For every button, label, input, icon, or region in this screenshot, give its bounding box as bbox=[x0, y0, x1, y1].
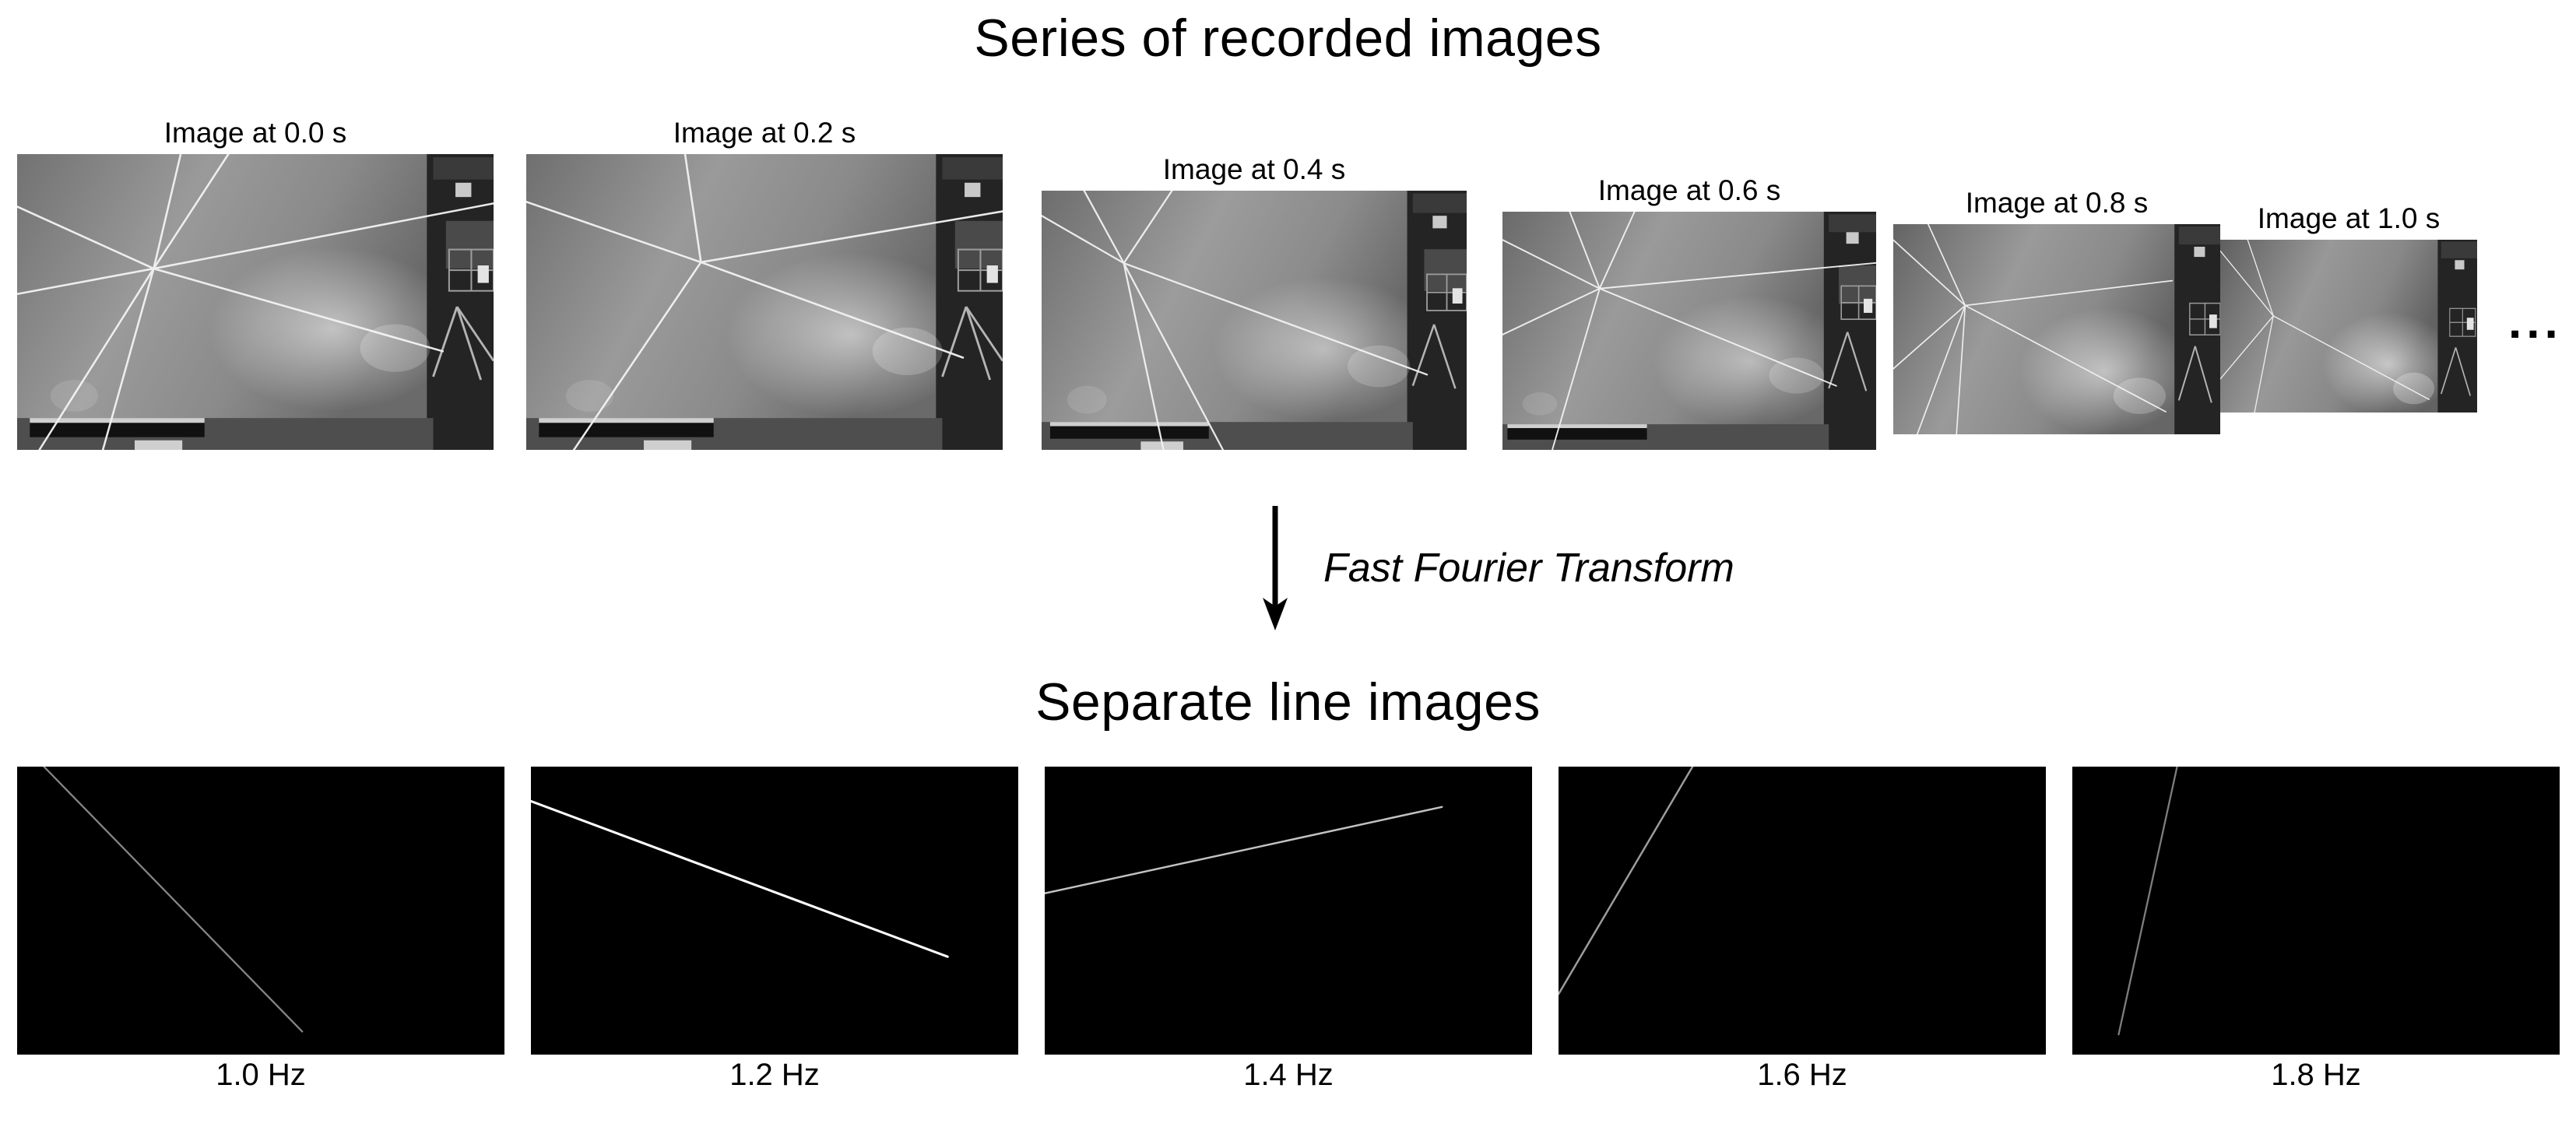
recorded-frame-label: Image at 0.0 s bbox=[163, 117, 347, 149]
separate-line-images-row: 1.0 Hz 1.2 Hz 1.4 Hz 1.6 Hz 1.8 Hz bbox=[0, 767, 2576, 1092]
recorded-frame[interactable]: Image at 0.4 s bbox=[1042, 153, 1467, 450]
line-image-panel[interactable]: 1.2 Hz bbox=[531, 767, 1018, 1092]
fft-label: Fast Fourier Transform bbox=[1323, 546, 1734, 591]
recorded-frame[interactable]: Image at 0.0 s bbox=[17, 117, 494, 450]
frequency-label: 1.4 Hz bbox=[1243, 1058, 1334, 1092]
recorded-frame[interactable]: Image at 1.0 s bbox=[2220, 202, 2477, 413]
recorded-frame-label: Image at 0.2 s bbox=[673, 117, 856, 149]
recorded-frame-label: Image at 0.6 s bbox=[1597, 174, 1781, 206]
fft-arrow bbox=[1253, 506, 1308, 630]
line-image-panel[interactable]: 1.4 Hz bbox=[1045, 767, 1532, 1092]
recorded-images-row: Image at 0.0 s Image at 0.2 s Image at 0… bbox=[0, 0, 2576, 483]
laser-projection-photo bbox=[2220, 240, 2477, 413]
frequency-label: 1.0 Hz bbox=[216, 1058, 306, 1092]
fft-line-image bbox=[2072, 767, 2560, 1055]
laser-projection-photo bbox=[17, 154, 494, 450]
frequency-label: 1.2 Hz bbox=[729, 1058, 820, 1092]
laser-projection-photo bbox=[526, 154, 1003, 450]
recorded-frame[interactable]: Image at 0.2 s bbox=[526, 117, 1003, 450]
frequency-label: 1.6 Hz bbox=[1757, 1058, 1847, 1092]
fft-line-image bbox=[17, 767, 504, 1055]
recorded-frame-label: Image at 0.8 s bbox=[1965, 187, 2149, 219]
line-image-panel[interactable]: 1.8 Hz bbox=[2072, 767, 2560, 1092]
laser-projection-photo bbox=[1893, 224, 2220, 434]
laser-projection-photo bbox=[1502, 212, 1876, 450]
recorded-frame[interactable]: Image at 0.6 s bbox=[1502, 174, 1876, 450]
recorded-frame[interactable]: Image at 0.8 s bbox=[1893, 187, 2220, 434]
section-title-separate-lines: Separate line images bbox=[1035, 672, 1541, 732]
frequency-label: 1.8 Hz bbox=[2271, 1058, 2361, 1092]
line-image-panel[interactable]: 1.0 Hz bbox=[17, 767, 504, 1092]
recorded-frame-label: Image at 0.4 s bbox=[1162, 153, 1346, 185]
fft-line-image bbox=[531, 767, 1018, 1055]
fft-line-image bbox=[1045, 767, 1532, 1055]
figure-root: Series of recorded images Image at 0.0 s bbox=[0, 0, 2576, 1141]
laser-projection-photo bbox=[1042, 191, 1467, 450]
continuation-ellipsis: ... bbox=[2508, 295, 2563, 349]
line-image-panel[interactable]: 1.6 Hz bbox=[1559, 767, 2046, 1092]
fft-line-image bbox=[1559, 767, 2046, 1055]
recorded-frame-label: Image at 1.0 s bbox=[2257, 202, 2441, 234]
